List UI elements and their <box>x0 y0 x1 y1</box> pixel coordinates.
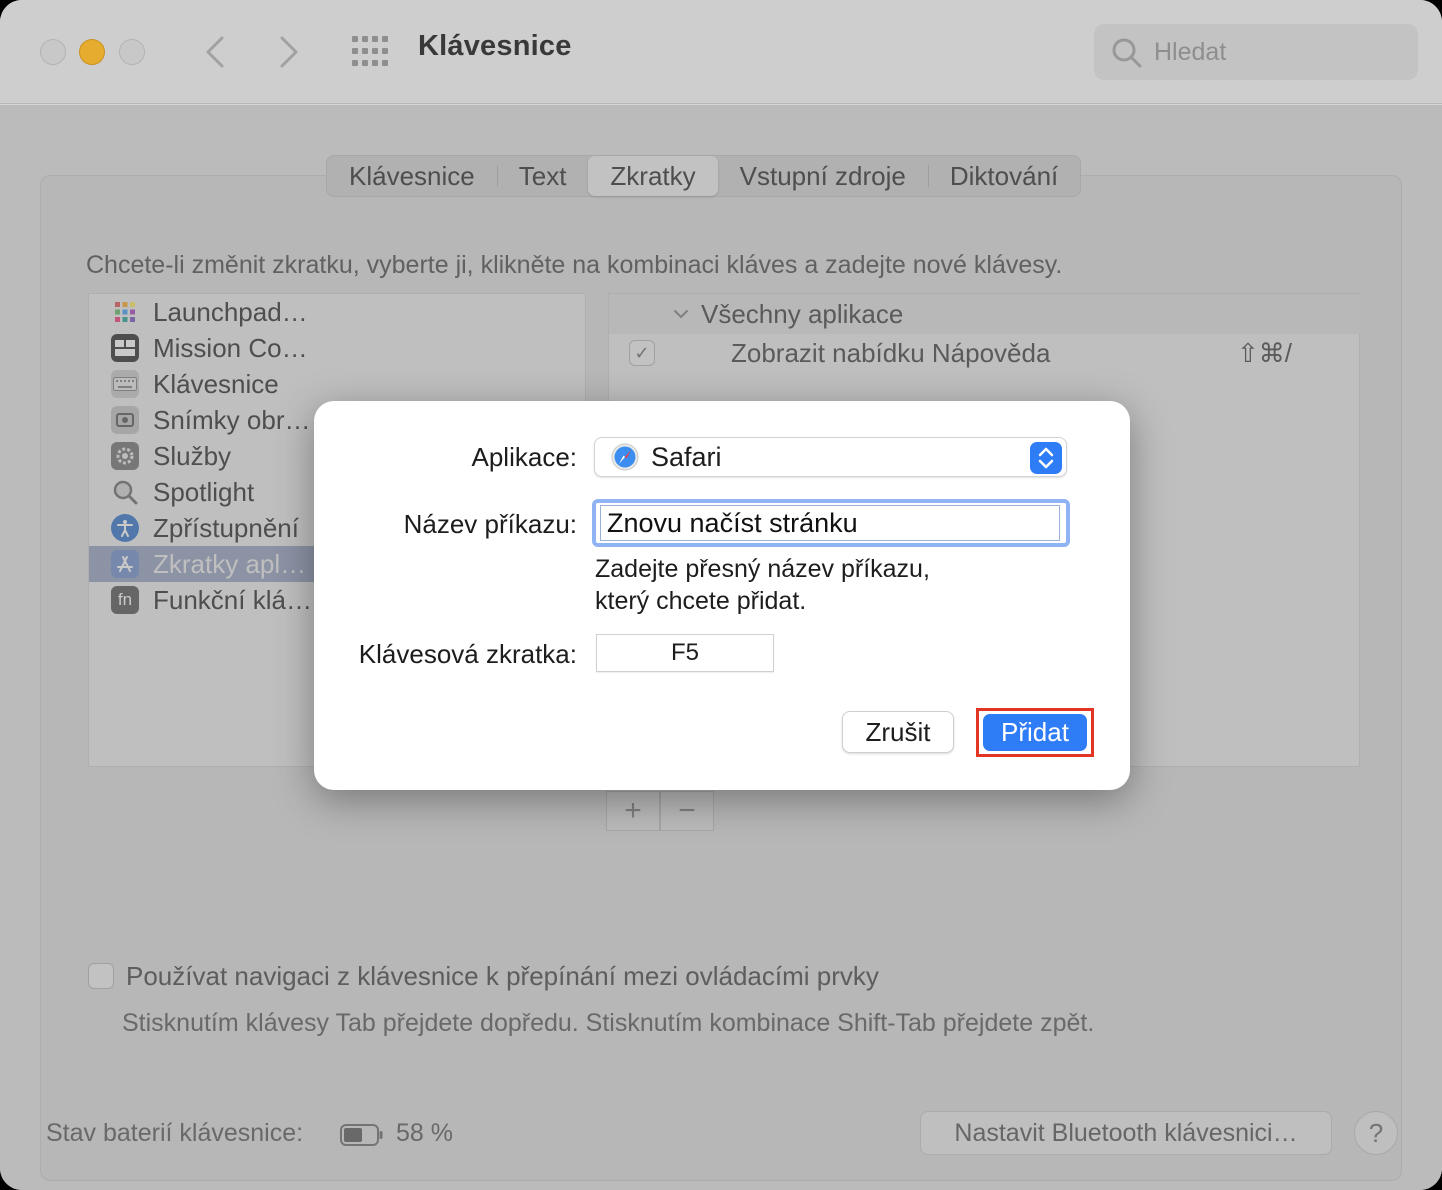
cancel-button[interactable]: Zrušit <box>842 711 954 753</box>
add-shortcut-dialog: Aplikace: Safari Název příkazu: Zadejte … <box>314 401 1130 790</box>
application-name: Safari <box>651 441 722 472</box>
command-help-line1: Zadejte přesný název příkazu, <box>595 555 930 583</box>
dim-overlay-titlebar <box>0 0 1442 105</box>
command-help-line2: který chcete přidat. <box>595 587 807 615</box>
keyboard-shortcut-label: Klávesová zkratka: <box>358 639 577 669</box>
command-name-label: Název příkazu: <box>403 509 577 539</box>
keyboard-shortcut-field[interactable]: F5 <box>596 634 774 672</box>
command-help-text: Zadejte přesný název příkazu, který chce… <box>595 553 930 617</box>
chevron-updown-icon <box>1038 447 1054 469</box>
add-button-highlight: Přidat <box>976 708 1094 757</box>
command-name-field[interactable] <box>592 499 1070 547</box>
popup-stepper[interactable] <box>1030 442 1062 474</box>
application-label: Aplikace: <box>471 442 578 472</box>
command-name-input[interactable] <box>600 505 1060 541</box>
add-button[interactable]: Přidat <box>983 714 1087 751</box>
system-preferences-window: Klávesnice Klávesnice Text Zkratky Vstup… <box>0 0 1442 1190</box>
safari-icon <box>611 443 639 471</box>
application-popup[interactable]: Safari <box>594 437 1067 477</box>
